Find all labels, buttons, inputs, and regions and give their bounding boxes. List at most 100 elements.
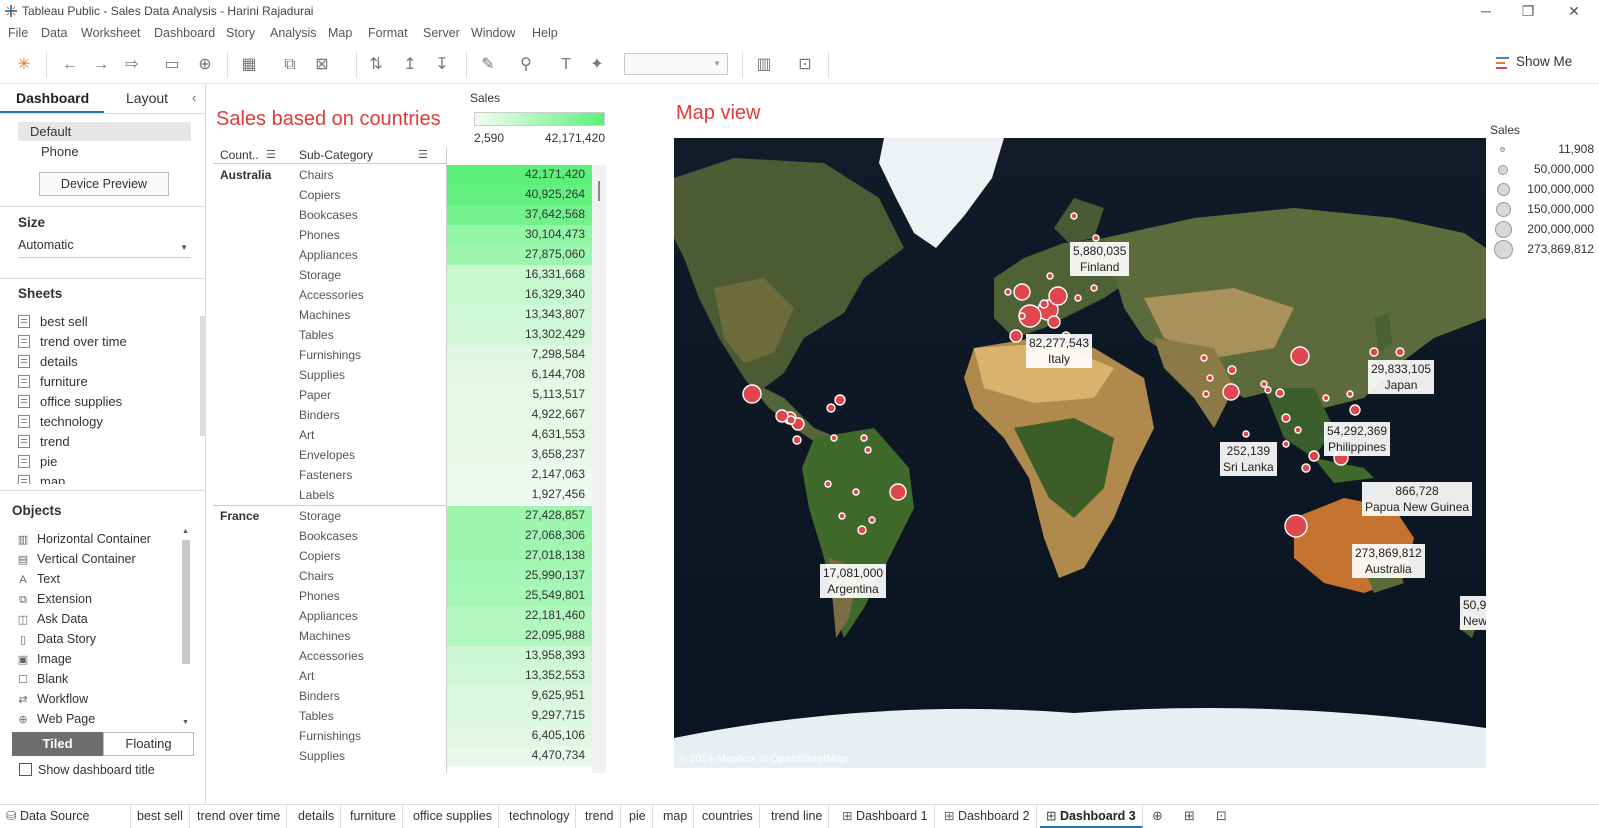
sales-cell[interactable]: 27,875,060 <box>447 245 593 265</box>
sales-mark[interactable] <box>830 434 838 442</box>
sales-cell[interactable]: 30,104,473 <box>447 225 593 245</box>
sales-mark[interactable] <box>860 434 868 442</box>
new-dashboard-icon[interactable]: ⊞ <box>1184 808 1202 826</box>
sales-cell[interactable]: 27,068,306 <box>447 526 593 546</box>
close-button[interactable]: ✕ <box>1564 2 1584 20</box>
sales-mark[interactable] <box>1294 426 1302 434</box>
show-labels-icon[interactable]: ▥ <box>754 55 774 75</box>
sales-mark[interactable] <box>742 384 762 404</box>
sales-cell[interactable]: 7,298,584 <box>447 345 593 365</box>
sales-mark[interactable] <box>1308 450 1320 462</box>
sales-mark[interactable] <box>1349 404 1361 416</box>
sales-cell[interactable]: 3,658,237 <box>447 445 593 465</box>
sales-cell[interactable]: 13,958,393 <box>447 646 593 666</box>
minimize-button[interactable]: ─ <box>1476 2 1496 20</box>
new-story-icon[interactable]: ⊡ <box>1216 808 1234 826</box>
tab-sheet[interactable]: best sell <box>131 805 190 828</box>
sales-cell[interactable]: 16,329,340 <box>447 285 593 305</box>
sales-mark[interactable] <box>1009 329 1023 343</box>
new-worksheet-icon[interactable]: ⊕ <box>1152 808 1170 826</box>
sales-cell[interactable]: 4,470,734 <box>447 746 593 766</box>
map-view[interactable]: © 2024 Mapbox © OpenStreetMap 5,880,035 F… <box>674 138 1486 768</box>
sales-mark[interactable] <box>1322 394 1330 402</box>
sales-cell[interactable]: 4,631,553 <box>447 425 593 445</box>
country-header[interactable]: Australia <box>220 168 271 182</box>
sales-mark[interactable] <box>1047 315 1061 329</box>
sales-mark[interactable] <box>868 516 876 524</box>
sales-cell[interactable]: 27,428,857 <box>447 506 593 526</box>
tab-dashboard-active[interactable]: ⊞ Dashboard 3 <box>1040 805 1143 828</box>
sales-mark[interactable] <box>864 446 872 454</box>
country-header[interactable]: France <box>220 509 259 523</box>
sales-mark[interactable] <box>1290 346 1310 366</box>
sales-mark[interactable] <box>786 415 796 425</box>
sales-mark[interactable] <box>1004 288 1012 296</box>
sales-mark[interactable] <box>775 409 789 423</box>
sales-cell[interactable]: 13,302,429 <box>447 325 593 345</box>
sales-mark[interactable] <box>1202 390 1210 398</box>
sales-mark[interactable] <box>1222 383 1240 401</box>
sales-mark[interactable] <box>1284 514 1308 538</box>
sales-mark[interactable] <box>889 483 907 501</box>
sales-cell[interactable]: 13,343,807 <box>447 305 593 325</box>
presentation-mode-icon[interactable]: ⊡ <box>795 55 815 75</box>
sales-mark[interactable] <box>1013 283 1031 301</box>
sales-mark[interactable] <box>1227 365 1237 375</box>
sales-cell[interactable]: 22,181,460 <box>447 606 593 626</box>
sales-mark[interactable] <box>1018 312 1026 320</box>
sales-mark[interactable] <box>1092 234 1100 242</box>
sales-cell[interactable]: 42,171,420 <box>447 165 593 185</box>
tab-sheet[interactable]: technology <box>503 805 577 828</box>
sales-mark[interactable] <box>1369 347 1379 357</box>
sales-mark[interactable] <box>1206 374 1214 382</box>
sales-mark[interactable] <box>1090 284 1098 292</box>
sales-mark[interactable] <box>826 403 836 413</box>
show-me-icon[interactable] <box>1496 56 1509 70</box>
sales-mark[interactable] <box>1074 294 1082 302</box>
tab-dashboard[interactable]: ⊞ Dashboard 1 <box>836 805 935 828</box>
sales-cell[interactable]: 25,549,801 <box>447 586 593 606</box>
tab-sheet[interactable]: map <box>657 805 695 828</box>
sales-cell[interactable]: 6,144,708 <box>447 365 593 385</box>
sales-mark[interactable] <box>1039 299 1049 309</box>
sales-mark[interactable] <box>792 435 802 445</box>
sales-mark[interactable] <box>834 394 846 406</box>
sales-mark[interactable] <box>857 525 867 535</box>
sales-cell[interactable]: 4,922,667 <box>447 405 593 425</box>
sales-cell[interactable]: 1,927,456 <box>447 485 593 505</box>
sales-cell[interactable]: 16,331,668 <box>447 265 593 285</box>
sales-mark[interactable] <box>1242 430 1250 438</box>
sales-mark[interactable] <box>1264 386 1272 394</box>
sales-cell[interactable]: 2,147,063 <box>447 465 593 485</box>
sales-mark[interactable] <box>1282 440 1290 448</box>
show-me-button[interactable]: Show Me <box>1516 54 1572 69</box>
tab-sheet[interactable]: trend over time <box>191 805 288 828</box>
sales-mark[interactable] <box>1301 463 1311 473</box>
sales-cell[interactable]: 22,095,988 <box>447 626 593 646</box>
sales-cell[interactable]: 6,405,106 <box>447 726 593 746</box>
tab-sheet[interactable]: office supplies <box>407 805 499 828</box>
tab-sheet[interactable]: pie <box>623 805 653 828</box>
sales-mark[interactable] <box>838 512 846 520</box>
sales-mark[interactable] <box>1070 212 1078 220</box>
fit-selector[interactable]: ▼ <box>624 53 728 75</box>
sales-cell[interactable]: 9,297,715 <box>447 706 593 726</box>
sales-mark[interactable] <box>1281 413 1291 423</box>
table-scrollbar[interactable] <box>592 165 606 773</box>
sales-cell[interactable]: 25,990,137 <box>447 566 593 586</box>
sales-cell[interactable]: 9,625,951 <box>447 686 593 706</box>
sales-cell[interactable]: 37,642,568 <box>447 205 593 225</box>
sales-mark[interactable] <box>1346 390 1354 398</box>
tab-sheet[interactable]: details <box>292 805 342 828</box>
sales-mark[interactable] <box>1395 347 1405 357</box>
tab-sheet[interactable]: trend <box>579 805 621 828</box>
tab-sheet[interactable]: countries <box>696 805 760 828</box>
sales-mark[interactable] <box>852 488 860 496</box>
tab-data-source[interactable]: ⛁ Data Source <box>0 805 131 828</box>
sales-cell[interactable]: 27,018,138 <box>447 546 593 566</box>
tab-dashboard[interactable]: ⊞ Dashboard 2 <box>938 805 1037 828</box>
sales-mark[interactable] <box>1046 272 1054 280</box>
sales-cell[interactable]: 5,113,517 <box>447 385 593 405</box>
sales-mark[interactable] <box>824 480 832 488</box>
sales-mark[interactable] <box>1200 354 1208 362</box>
